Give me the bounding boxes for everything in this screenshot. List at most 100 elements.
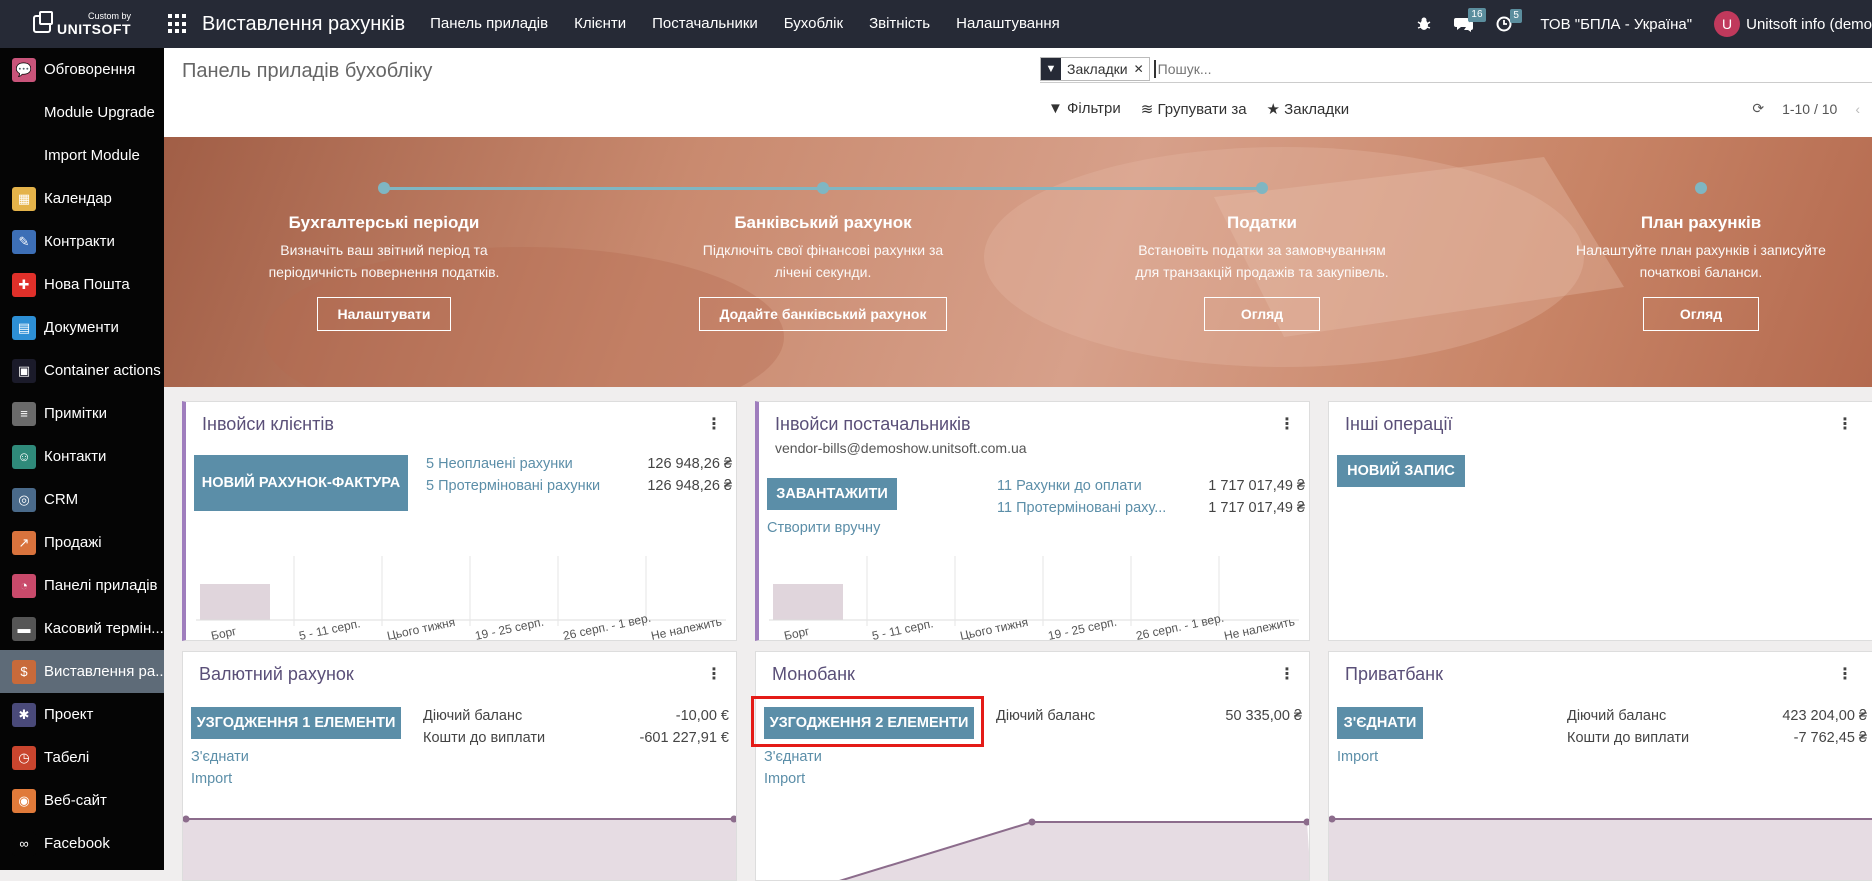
contract-icon: ✎	[12, 229, 36, 254]
menu-configuration[interactable]: Налаштування	[943, 0, 1073, 48]
overdue-invoices-amount: 126 948,26 ₴	[647, 478, 732, 494]
connect-link[interactable]: З'єднати	[191, 749, 249, 765]
app-menu-grid-icon[interactable]	[168, 14, 188, 34]
new-entry-button[interactable]: НОВИЙ ЗАПИС	[1337, 455, 1465, 487]
avatar: U	[1714, 11, 1741, 37]
step-desc-line2: початкові баланси.	[1639, 264, 1763, 280]
step-desc-line1: Підключіть свої фінансові рахунки за	[702, 242, 944, 258]
step-desc-line1: Визначіть ваш звітний період та	[280, 242, 488, 258]
balance-line-chart[interactable]	[756, 802, 1310, 881]
unpaid-invoices-link[interactable]: 5 Неоплачені рахунки	[426, 456, 573, 478]
review-taxes-button[interactable]: Огляд	[1203, 297, 1321, 331]
filter-funnel-icon: ▼	[1048, 100, 1063, 117]
add-bank-account-button[interactable]: Додайте банківський рахунок	[698, 297, 948, 331]
sidebar-item[interactable]: ◎ CRM	[0, 478, 164, 521]
balance-line-chart[interactable]	[1329, 802, 1872, 881]
sidebar-item[interactable]: ✱ Проект	[0, 693, 164, 736]
groupby-button[interactable]: ≋ Групувати за	[1141, 100, 1247, 118]
connect-link[interactable]: З'єднати	[764, 749, 822, 765]
sidebar-item[interactable]: ▤ Документи	[0, 306, 164, 349]
configure-periods-button[interactable]: Налаштувати	[316, 297, 452, 331]
favorites-button[interactable]: ★ Закладки	[1267, 100, 1350, 118]
import-link[interactable]: Import	[191, 771, 232, 787]
sidebar-item[interactable]: ≡ Примітки	[0, 392, 164, 435]
notes-icon: ≡	[12, 401, 36, 426]
sidebar-item[interactable]: ◉ Веб-сайт	[0, 779, 164, 822]
create-manually-link[interactable]: Створити вручну	[767, 520, 880, 536]
messages-button[interactable]: 16	[1454, 8, 1486, 33]
import-link[interactable]: Import	[1337, 749, 1378, 765]
aged-payables-bar-chart[interactable]: Борг 5 - 11 серп. Цього тижня 19 - 25 серп.…	[769, 552, 1309, 641]
card-title[interactable]: Приватбанк	[1345, 664, 1443, 685]
activities-button[interactable]: 5	[1496, 9, 1522, 32]
chart-bar[interactable]	[200, 584, 270, 620]
new-invoice-button[interactable]: НОВИЙ РАХУНОК-ФАКТУРА	[194, 455, 408, 511]
card-options-icon[interactable]: ⋮	[706, 664, 722, 684]
sidebar-item[interactable]: $ Виставлення ра...	[0, 650, 164, 693]
sidebar-item[interactable]: 💬 Обговорення	[0, 48, 164, 91]
reconcile-1-items-button[interactable]: УЗГОДЖЕННЯ 1 ЕЛЕМЕНТИ	[191, 707, 401, 739]
logo-mark-icon	[33, 11, 53, 33]
sidebar-item[interactable]: ▬ Касовий термін...	[0, 607, 164, 650]
card-options-icon[interactable]: ⋮	[706, 414, 722, 434]
debug-bug-icon[interactable]	[1416, 16, 1432, 32]
sidebar-item[interactable]: ◔ Панелі приладів	[0, 564, 164, 607]
sidebar-item[interactable]: ✚ Нова Пошта	[0, 263, 164, 306]
import-link[interactable]: Import	[764, 771, 805, 787]
menu-accounting[interactable]: Бухоблік	[771, 0, 856, 48]
card-title[interactable]: Інвойси клієнтів	[202, 414, 334, 435]
aged-receivables-bar-chart[interactable]: Борг 5 - 11 серп. Цього тижня 19 - 25 серп.…	[196, 552, 736, 641]
filters-button[interactable]: ▼ Фільтри	[1048, 100, 1121, 118]
sidebar-item[interactable]: ↗ Продажі	[0, 521, 164, 564]
search-input[interactable]	[1153, 60, 1760, 78]
sidebar-item[interactable]: ☺ Контакти	[0, 435, 164, 478]
card-options-icon[interactable]: ⋮	[1279, 664, 1295, 684]
sidebar-item[interactable]: Import Module	[0, 134, 164, 177]
card-title[interactable]: Інші операції	[1345, 414, 1452, 435]
outstanding-payments-label: Кошти до виплати	[1567, 730, 1690, 746]
card-options-icon[interactable]: ⋮	[1837, 664, 1853, 684]
card-title[interactable]: Валютний рахунок	[199, 664, 354, 685]
documents-icon: ▤	[12, 315, 36, 340]
menu-customers[interactable]: Клієнти	[561, 0, 639, 48]
bills-to-pay-link[interactable]: 11 Рахунки до оплати	[997, 478, 1142, 500]
facet-remove-icon[interactable]: ✕	[1134, 62, 1149, 76]
search-bar: ▼ Закладки ✕	[1040, 56, 1872, 83]
review-chart-of-accounts-button[interactable]: Огляд	[1642, 297, 1760, 331]
balance-line-chart[interactable]	[183, 802, 737, 881]
card-title[interactable]: Інвойси постачальників	[775, 414, 971, 435]
logo[interactable]: Custom by UNITSOFT	[0, 0, 164, 48]
overdue-invoices-link[interactable]: 5 Протерміновані рахунки	[426, 478, 600, 500]
chart-x-tick-label: 19 - 25 серп.	[474, 615, 545, 641]
highlight-box	[751, 696, 984, 747]
sidebar-item[interactable]: ▣ Container actions	[0, 349, 164, 392]
journal-card-currency-account: Валютний рахунок ⋮ УЗГОДЖЕННЯ 1 ЕЛЕМЕНТИ…	[182, 651, 737, 881]
company-switcher[interactable]: ТОВ "БПЛА - Україна"	[1540, 16, 1692, 33]
sidebar-item-label: Продажі	[44, 534, 102, 551]
card-options-icon[interactable]: ⋮	[1279, 414, 1295, 434]
pager-value[interactable]: 1-10 / 10	[1782, 101, 1837, 117]
menu-reporting[interactable]: Звітність	[856, 0, 943, 48]
sidebar-item[interactable]: Module Upgrade	[0, 91, 164, 134]
pager-previous-icon[interactable]: ‹	[1855, 101, 1860, 117]
connect-button[interactable]: З'ЄДНАТИ	[1337, 707, 1423, 739]
user-menu[interactable]: U Unitsoft info (demo	[1714, 11, 1872, 37]
chart-bar[interactable]	[773, 584, 843, 620]
groupby-label: Групувати за	[1157, 101, 1247, 118]
sidebar-item[interactable]: ◷ Табелі	[0, 736, 164, 779]
sidebar-item[interactable]: ✎ Контракти	[0, 220, 164, 263]
step-desc-line2: для транзакцій продажів та закупівель.	[1135, 264, 1389, 280]
nova-poshta-icon: ✚	[12, 272, 36, 297]
overdue-bills-link[interactable]: 11 Протерміновані раху...	[997, 500, 1166, 522]
menu-dashboard[interactable]: Панель приладів	[417, 0, 561, 48]
step-dot-1	[378, 182, 390, 194]
sidebar-item[interactable]: ▦ Календар	[0, 177, 164, 220]
refresh-icon[interactable]: ⟳	[1752, 100, 1764, 117]
sidebar-item-label: Нова Пошта	[44, 276, 130, 293]
card-options-icon[interactable]: ⋮	[1837, 414, 1853, 434]
upload-bill-button[interactable]: ЗАВАНТАЖИТИ	[767, 478, 897, 510]
step-desc-line2: лічені секунди.	[774, 264, 872, 280]
card-title[interactable]: Монобанк	[772, 664, 855, 685]
menu-vendors[interactable]: Постачальники	[639, 0, 771, 48]
sidebar-item[interactable]: ∞ Facebook	[0, 822, 164, 865]
